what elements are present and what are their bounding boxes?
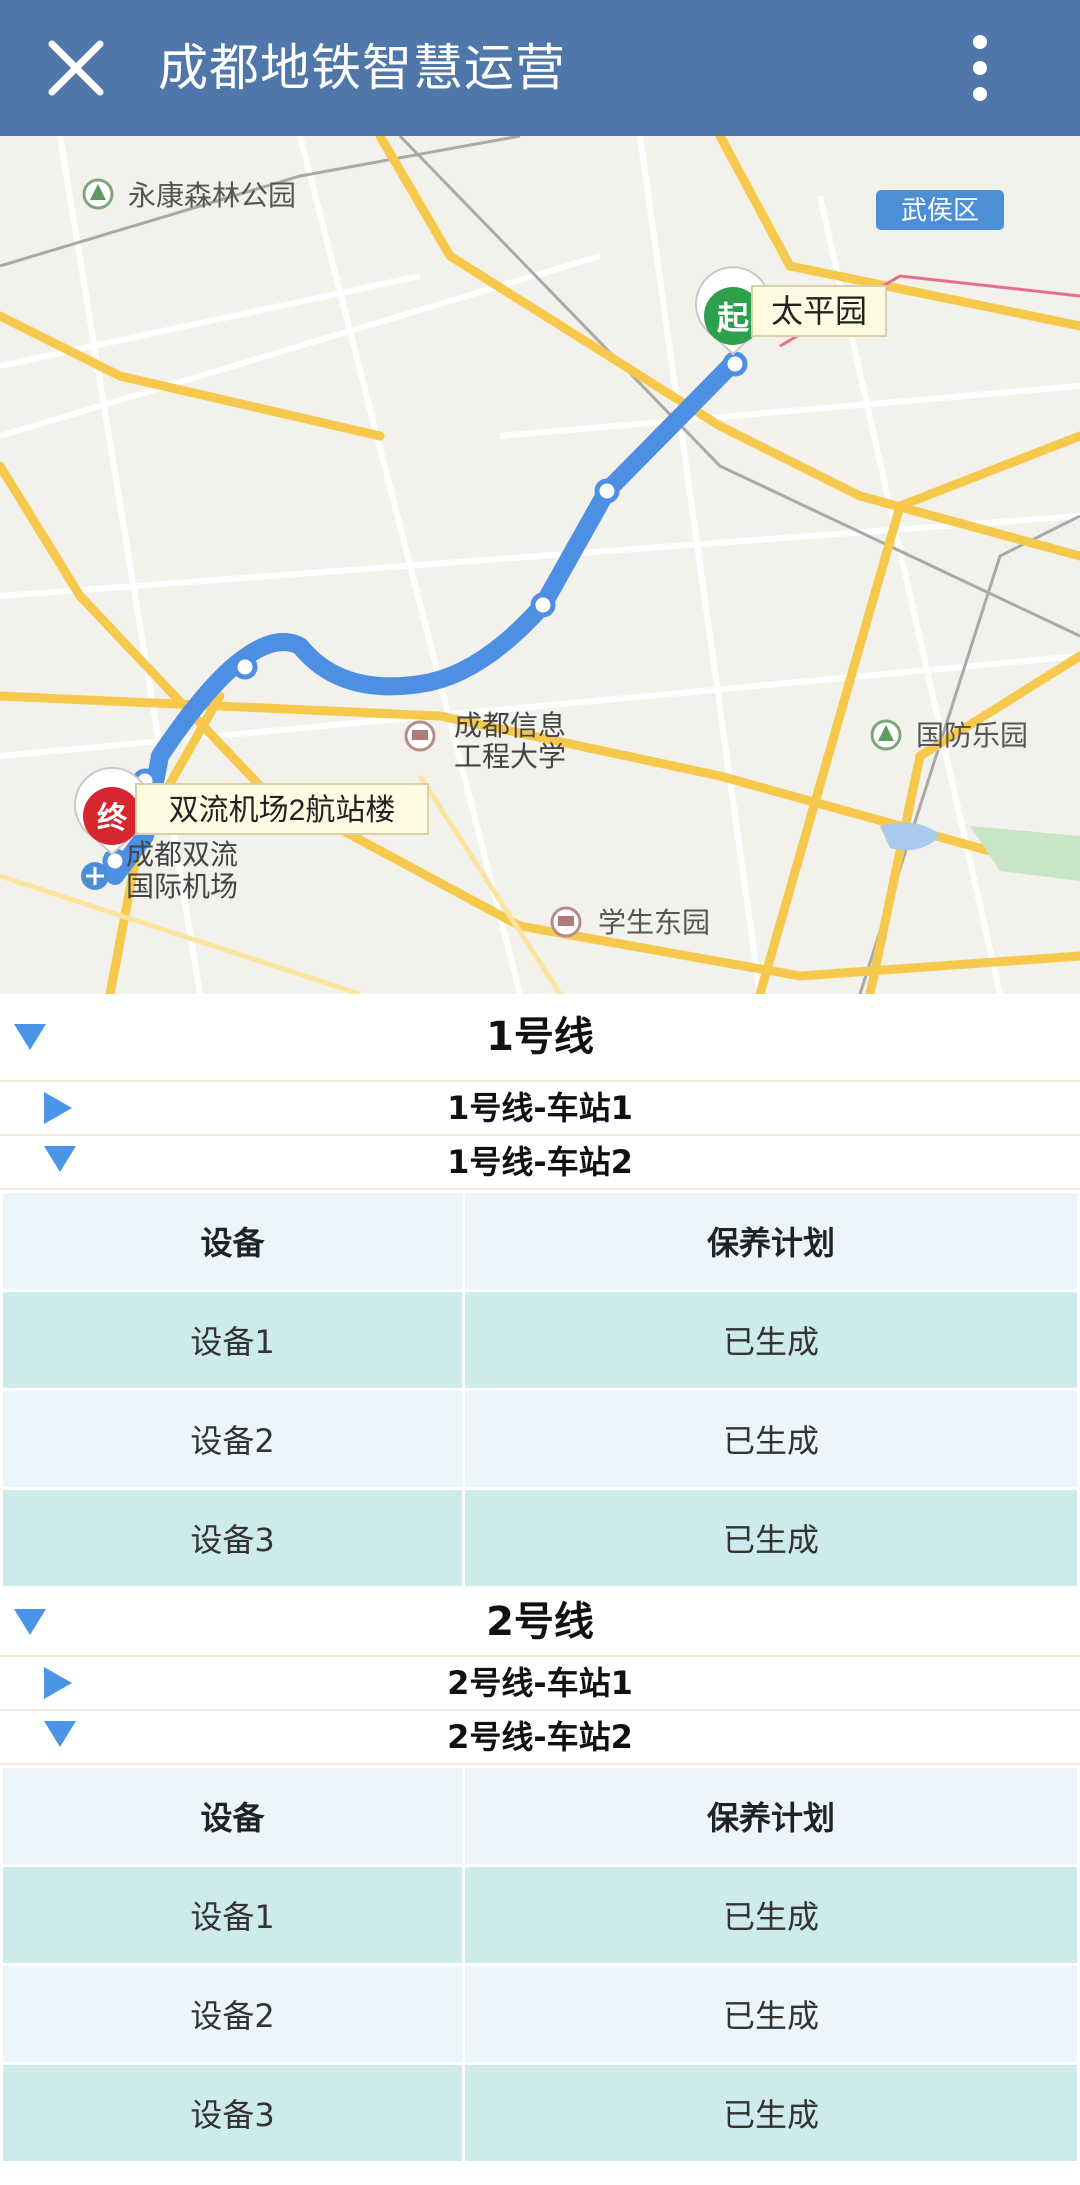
equipment-cell: 设备2 (3, 1966, 462, 2062)
app-header: 成都地铁智慧运营 (0, 0, 1080, 136)
plan-status-cell: 已生成 (465, 2065, 1077, 2161)
university-icon (404, 720, 436, 752)
equipment-cell: 设备3 (3, 1490, 462, 1586)
line-name: 2号线 (486, 1599, 594, 1645)
route-map[interactable]: 永康森林公园 武侯区 起 太平园 终 双流机场2航站楼 成都信息 工程大学 成都… (0, 136, 1080, 994)
equipment-cell: 设备2 (3, 1391, 462, 1487)
equipment-cell: 设备3 (3, 2065, 462, 2161)
plan-status-cell: 已生成 (465, 1490, 1077, 1586)
station-row[interactable]: 2号线-车站2 (0, 1711, 1080, 1765)
column-header: 设备 (3, 1768, 462, 1864)
equipment-table: 设备 保养计划 设备1 已生成 设备2 已生成 设备3 已生成 (0, 1765, 1080, 2164)
table-row[interactable]: 设备3 已生成 (3, 1490, 1077, 1586)
line-header-2[interactable]: 2号线 (0, 1589, 1080, 1657)
airport-icon (81, 862, 109, 890)
table-row[interactable]: 设备1 已生成 (3, 1292, 1077, 1388)
page-title: 成都地铁智慧运营 (158, 39, 566, 97)
start-badge: 起 (717, 300, 750, 336)
station-name: 1号线-车站1 (447, 1089, 633, 1127)
equipment-cell: 设备1 (3, 1867, 462, 1963)
start-station-label: 太平园 (771, 293, 867, 329)
table-header-row: 设备 保养计划 (3, 1193, 1077, 1289)
plan-status-cell: 已生成 (465, 1292, 1077, 1388)
map-label-university-1: 成都信息 (454, 710, 566, 741)
equipment-cell: 设备1 (3, 1292, 462, 1388)
column-header: 设备 (3, 1193, 462, 1289)
map-label-park-guofang: 国防乐园 (916, 720, 1028, 751)
station-row[interactable]: 2号线-车站1 (0, 1657, 1080, 1711)
map-label-park-xuesheng: 学生东园 (598, 907, 710, 938)
plan-status-cell: 已生成 (465, 1966, 1077, 2062)
station-name: 2号线-车站1 (447, 1664, 633, 1702)
plan-status-cell: 已生成 (465, 1867, 1077, 1963)
station-name: 2号线-车站2 (447, 1718, 633, 1756)
table-row[interactable]: 设备2 已生成 (3, 1391, 1077, 1487)
column-header: 保养计划 (465, 1768, 1077, 1864)
plan-status-cell: 已生成 (465, 1391, 1077, 1487)
end-badge: 终 (97, 802, 128, 835)
station-name: 1号线-车站2 (447, 1143, 633, 1181)
line-header-1[interactable]: 1号线 (0, 994, 1080, 1082)
map-label-airport-2: 国际机场 (126, 871, 238, 902)
table-row[interactable]: 设备1 已生成 (3, 1867, 1077, 1963)
table-header-row: 设备 保养计划 (3, 1768, 1077, 1864)
line-name: 1号线 (486, 1014, 594, 1060)
map-label-district: 武侯区 (901, 195, 979, 225)
column-header: 保养计划 (465, 1193, 1077, 1289)
park-marker-icon (870, 719, 902, 751)
table-row[interactable]: 设备3 已生成 (3, 2065, 1077, 2161)
end-station-label: 双流机场2航站楼 (169, 794, 396, 827)
close-icon[interactable] (44, 36, 108, 100)
station-row[interactable]: 1号线-车站2 (0, 1136, 1080, 1190)
park-marker-icon (82, 178, 114, 210)
table-row[interactable]: 设备2 已生成 (3, 1966, 1077, 2062)
more-vertical-icon[interactable] (960, 32, 1000, 104)
map-label-university-2: 工程大学 (454, 741, 566, 772)
station-row[interactable]: 1号线-车站1 (0, 1082, 1080, 1136)
line-list: 1号线 1号线-车站1 1号线-车站2 设备 保养计划 设备1 已生成 设备2 … (0, 994, 1080, 2164)
map-label-airport-1: 成都双流 (126, 839, 238, 870)
university-icon (550, 906, 582, 938)
map-label-park-yongkang: 永康森林公园 (128, 180, 296, 211)
equipment-table: 设备 保养计划 设备1 已生成 设备2 已生成 设备3 已生成 (0, 1190, 1080, 1589)
